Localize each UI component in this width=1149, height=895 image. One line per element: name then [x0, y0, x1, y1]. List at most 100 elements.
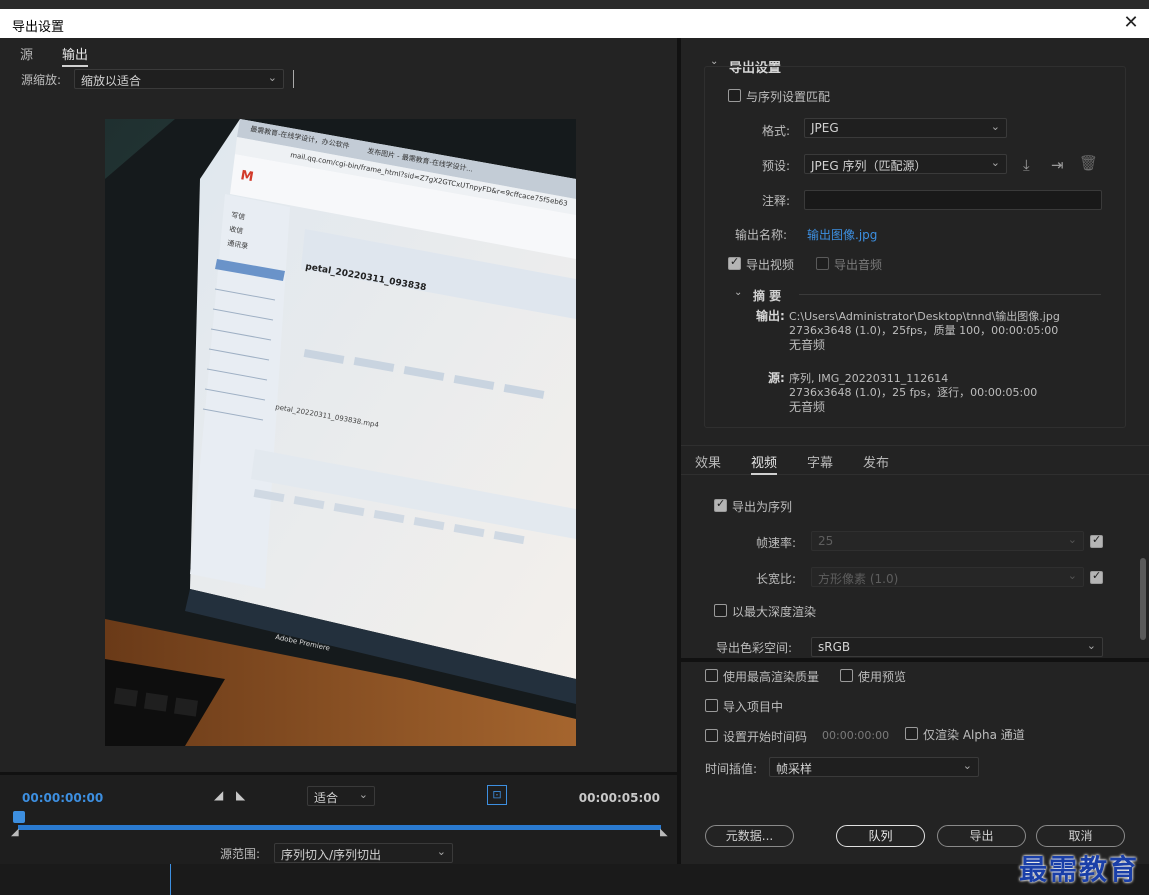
- comment-label: 注释:: [762, 194, 791, 208]
- alpha-only-checkbox[interactable]: [905, 727, 918, 740]
- chevron-down-icon: ⌄: [990, 156, 1000, 169]
- set-start-timecode-label: 设置开始时间码: [723, 730, 808, 744]
- source-range-value: 序列切入/序列切出: [281, 848, 382, 862]
- frame-rate-value: 25: [818, 534, 834, 548]
- summary-source-audio: 无音频: [789, 400, 826, 414]
- preset-label: 预设:: [762, 159, 791, 173]
- export-video-label: 导出视频: [746, 258, 795, 272]
- import-project-checkbox[interactable]: [705, 699, 718, 712]
- chevron-down-icon[interactable]: ⌄: [734, 287, 742, 298]
- time-interpolation-dropdown[interactable]: 帧采样 ⌄: [769, 757, 979, 777]
- chevron-down-icon: ⌄: [1067, 569, 1077, 582]
- output-preview-image: 最需教育-在线学设计，办公软件 发布图片 - 最需教育-在线学设计... mai…: [105, 119, 576, 746]
- chevron-down-icon: ⌄: [358, 788, 368, 801]
- tab-effects[interactable]: 效果: [695, 452, 721, 471]
- aspect-match-checkbox[interactable]: [1090, 569, 1103, 584]
- queue-button[interactable]: 队列: [836, 825, 925, 847]
- close-icon[interactable]: ✕: [1121, 13, 1141, 33]
- settings-tabs: 效果 视频 字幕 发布: [681, 445, 1149, 475]
- color-space-dropdown[interactable]: sRGB ⌄: [811, 637, 1103, 657]
- import-project-label: 导入项目中: [723, 700, 784, 714]
- source-range-label: 源范围:: [220, 847, 261, 861]
- format-dropdown[interactable]: JPEG ⌄: [804, 118, 1007, 138]
- alpha-only-label: 仅渲染 Alpha 通道: [923, 728, 1025, 742]
- source-scale-label: 源缩放:: [21, 73, 62, 87]
- frame-rate-dropdown[interactable]: 25 ⌄: [811, 531, 1084, 551]
- tab-video[interactable]: 视频: [751, 452, 778, 475]
- svg-text:M: M: [239, 168, 254, 185]
- export-audio-label: 导出音频: [834, 258, 883, 272]
- aspect-value: 方形像素 (1.0): [818, 572, 899, 586]
- chevron-down-icon: ⌄: [990, 120, 1000, 133]
- import-preset-icon[interactable]: ⇥: [1051, 156, 1064, 174]
- frame-rate-match-checkbox[interactable]: [1090, 533, 1103, 548]
- source-scale-dropdown[interactable]: 缩放以适合 ⌄: [74, 69, 284, 89]
- watermark-logo: 最需教育: [1018, 853, 1139, 886]
- dialog-title-bar: 导出设置 ✕: [0, 9, 1149, 38]
- export-button[interactable]: 导出: [937, 825, 1026, 847]
- playhead-handle[interactable]: [13, 811, 25, 823]
- summary-header[interactable]: 摘 要: [753, 287, 781, 304]
- text-cursor: [293, 70, 294, 88]
- settings-panel: ⌄ 导出设置 与序列设置匹配 格式: JPEG ⌄ 预设: JPEG 序列（匹配…: [681, 38, 1149, 864]
- save-preset-icon[interactable]: ⤓: [1023, 156, 1030, 174]
- match-sequence-label: 与序列设置匹配: [746, 90, 831, 104]
- comment-input[interactable]: [804, 190, 1102, 210]
- preview-photo: 最需教育-在线学设计，办公软件 发布图片 - 最需教育-在线学设计... mai…: [105, 119, 576, 746]
- max-quality-label: 使用最高渲染质量: [723, 670, 820, 684]
- export-video-checkbox[interactable]: [728, 255, 741, 270]
- use-preview-checkbox[interactable]: [840, 669, 853, 682]
- background-playhead: [170, 864, 171, 895]
- aspect-label: 长宽比:: [756, 572, 797, 586]
- summary-source-spec: 2736x3648 (1.0)，25 fps，逐行，00:00:05:00: [789, 386, 1038, 399]
- preset-value: JPEG 序列（匹配源）: [811, 159, 927, 173]
- metadata-button[interactable]: 元数据...: [705, 825, 794, 847]
- source-range-dropdown[interactable]: 序列切入/序列切出 ⌄: [274, 843, 453, 863]
- export-as-sequence-checkbox[interactable]: [714, 497, 727, 512]
- top-strip: [0, 0, 1149, 9]
- tab-source[interactable]: 源: [20, 44, 33, 63]
- max-depth-checkbox[interactable]: [714, 604, 727, 617]
- max-quality-checkbox[interactable]: [705, 669, 718, 682]
- format-value: JPEG: [811, 121, 839, 135]
- dialog-title: 导出设置: [12, 20, 65, 35]
- tab-publish[interactable]: 发布: [863, 452, 889, 471]
- set-start-timecode-checkbox[interactable]: [705, 729, 718, 742]
- summary-divider: [799, 294, 1101, 295]
- settings-scrollbar[interactable]: [1140, 558, 1146, 640]
- summary-source-label: 源:: [768, 371, 785, 385]
- summary-output-audio: 无音频: [789, 338, 826, 352]
- format-label: 格式:: [762, 124, 791, 138]
- export-audio-checkbox[interactable]: [816, 257, 829, 270]
- mark-out-icon[interactable]: ◣: [236, 788, 245, 802]
- source-scale-value: 缩放以适合: [81, 74, 142, 88]
- in-point-handle[interactable]: ◢: [11, 827, 19, 838]
- tab-output[interactable]: 输出: [62, 44, 89, 67]
- tab-captions[interactable]: 字幕: [807, 452, 833, 471]
- out-point-handle[interactable]: ◣: [660, 827, 668, 838]
- output-name-label: 输出名称:: [735, 228, 788, 242]
- crop-toggle-icon[interactable]: ⊡: [487, 785, 507, 805]
- preset-dropdown[interactable]: JPEG 序列（匹配源） ⌄: [804, 154, 1007, 174]
- preview-tabs: 源 输出: [0, 38, 677, 67]
- chevron-down-icon: ⌄: [436, 845, 446, 858]
- frame-rate-label: 帧速率:: [756, 536, 797, 550]
- timeline-track[interactable]: [18, 825, 661, 830]
- cancel-button[interactable]: 取消: [1036, 825, 1125, 847]
- chevron-down-icon: ⌄: [1067, 533, 1077, 546]
- chevron-down-icon: ⌄: [267, 71, 277, 84]
- timecode-start[interactable]: 00:00:00:00: [22, 791, 103, 805]
- zoom-fit-dropdown[interactable]: 适合 ⌄: [307, 786, 375, 806]
- delete-preset-icon[interactable]: 🗑: [1079, 154, 1098, 172]
- export-as-sequence-label: 导出为序列: [732, 500, 793, 514]
- use-preview-label: 使用预览: [858, 670, 907, 684]
- start-timecode-value[interactable]: 00:00:00:00: [822, 729, 889, 742]
- summary-output-label: 输出:: [756, 309, 785, 323]
- aspect-dropdown[interactable]: 方形像素 (1.0) ⌄: [811, 567, 1084, 587]
- mark-in-icon[interactable]: ◢: [214, 788, 223, 802]
- output-name-link[interactable]: 输出图像.jpg: [807, 226, 877, 243]
- options-divider[interactable]: [681, 658, 1149, 662]
- time-interpolation-label: 时间插值:: [705, 762, 758, 776]
- match-sequence-checkbox[interactable]: [728, 89, 741, 102]
- summary-output-spec: 2736x3648 (1.0)，25fps，质量 100，00:00:05:00: [789, 324, 1059, 337]
